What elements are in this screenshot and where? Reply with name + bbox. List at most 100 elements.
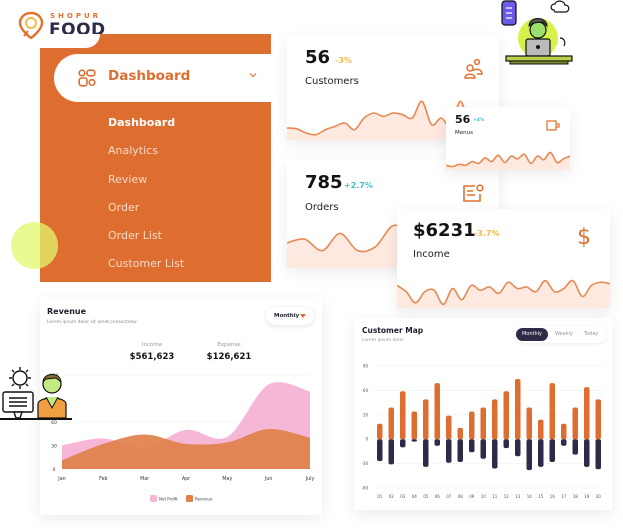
bar-negative — [584, 439, 590, 467]
bar-positive — [492, 399, 498, 440]
bar-positive — [572, 407, 578, 440]
legend-swatch — [186, 495, 193, 502]
legend-swatch — [150, 495, 157, 502]
bar-positive — [411, 411, 417, 440]
tab-today[interactable]: Today — [578, 328, 604, 341]
bar-positive — [446, 415, 452, 440]
x-tick-label: Mar — [140, 476, 149, 482]
caret-down-icon — [300, 314, 306, 318]
customer-map-card: 90 60 30 0 -30 -60 01 02 03 04 05 06 07 08 09 10 11 12 13 1… — [354, 318, 612, 510]
grid-icon — [78, 69, 96, 87]
period-select[interactable]: Monthly — [266, 307, 314, 325]
sparkline-area — [446, 152, 570, 170]
customer-map-chart: 90 60 30 0 -30 -60 01 02 03 04 05 06 07 08 09 10 11 12 13 1… — [361, 364, 604, 499]
y-tick-label: 60 — [363, 388, 369, 393]
bar-positive — [549, 383, 555, 440]
sidebar-item-order-list[interactable]: Order List — [108, 227, 184, 255]
y-tick-label: -60 — [361, 486, 368, 491]
bar-negative — [515, 439, 521, 457]
stat-delta: -3.7% — [474, 229, 500, 238]
bar-positive — [538, 419, 544, 440]
revenue-title: Revenue — [47, 307, 87, 316]
order-note-icon — [463, 184, 484, 202]
stat-delta: +4% — [473, 118, 485, 123]
bar-negative — [469, 439, 475, 453]
decorative-circle — [11, 222, 58, 269]
stat-label: Menus — [455, 130, 473, 136]
x-tick-label: 11 — [492, 494, 498, 499]
income-kpi: Income $561,623 — [129, 342, 175, 362]
stat-card-menus: 56 +4% Menus — [446, 107, 570, 170]
person-computer-illustration — [0, 367, 72, 420]
bar-positive — [595, 399, 601, 440]
sidebar-group-dashboard[interactable]: Dashboard — [54, 54, 279, 102]
chevron-down-icon[interactable] — [248, 70, 258, 80]
bar-positive — [515, 379, 521, 440]
stat-value: $6231 — [413, 220, 476, 241]
x-tick-label: Feb — [99, 476, 108, 482]
legend-label: Net Profit — [159, 497, 178, 502]
x-tick-label: 13 — [515, 494, 521, 499]
stat-delta: -3% — [335, 56, 352, 65]
sidebar-item-dashboard[interactable]: Dashboard — [108, 114, 184, 142]
stat-card-income: $6231 -3.7% Income $ — [397, 209, 610, 308]
bar-negative — [457, 439, 463, 462]
sidebar-item-customer-list[interactable]: Customer List — [108, 255, 184, 283]
cup-icon — [546, 120, 560, 131]
sidebar-item-analytics[interactable]: Analytics — [108, 142, 184, 170]
sidebar-item-order[interactable]: Order — [108, 199, 184, 227]
bar-negative — [400, 439, 406, 448]
bar-positive — [526, 407, 532, 440]
menus-sparkline — [446, 151, 570, 170]
sidebar-item-review[interactable]: Review — [108, 171, 184, 199]
customer-map-title: Customer Map — [362, 326, 424, 335]
brand-small: SHOPUR — [50, 12, 102, 20]
person-laptop-illustration — [501, 0, 573, 65]
x-tick-label: 10 — [481, 494, 487, 499]
bar-positive — [561, 423, 567, 440]
x-tick-label: 07 — [446, 494, 452, 499]
bar-positive — [584, 387, 590, 440]
x-tick-label: July — [305, 476, 315, 482]
bar-positive — [377, 423, 383, 440]
bar-negative — [538, 439, 544, 467]
x-tick-label: Jun — [264, 476, 273, 482]
bar-positive — [480, 407, 486, 440]
x-tick-label: Jan — [57, 476, 65, 482]
x-tick-label: 14 — [527, 494, 533, 499]
bar-positive — [423, 399, 429, 440]
bar-negative — [480, 439, 486, 459]
bar-positive — [388, 407, 394, 440]
tab-weekly[interactable]: Weekly — [550, 328, 578, 341]
x-tick-label: 16 — [550, 494, 556, 499]
income-sparkline — [397, 279, 610, 308]
period-tabs: Monthly Weekly Today — [514, 326, 606, 343]
stat-value: 56 — [305, 47, 331, 68]
bar-negative — [549, 439, 555, 462]
x-tick-label: 09 — [469, 494, 475, 499]
x-tick-label: May — [222, 476, 232, 482]
x-tick-label: 05 — [423, 494, 429, 499]
users-icon — [464, 58, 483, 79]
dollar-icon: $ — [577, 225, 591, 250]
legend-label: Revenue — [195, 497, 213, 502]
bar-negative — [411, 439, 417, 442]
bar-negative — [434, 439, 440, 446]
customer-map-subtitle: Lorem ipsum dolor — [362, 338, 405, 343]
sidebar-group-label: Dashboard — [108, 68, 191, 84]
bar-negative — [561, 439, 567, 446]
y-tick-label: 0 — [365, 437, 368, 442]
revenue-subtitle: Lorem ipsum dolor sit amet,consectetur — [47, 320, 138, 325]
x-tick-label: 17 — [561, 494, 567, 499]
x-tick-label: 20 — [596, 494, 602, 499]
sidebar: Dashboard Dashboard Analytics Review Ord… — [40, 34, 279, 283]
tab-monthly[interactable]: Monthly — [516, 328, 548, 341]
y-tick-label: 30 — [51, 444, 57, 450]
stat-label: Customers — [305, 76, 359, 87]
x-tick-label: 01 — [377, 494, 383, 499]
x-tick-label: 19 — [584, 494, 590, 499]
y-tick-label: 90 — [363, 364, 369, 369]
stat-value: 56 — [455, 113, 471, 126]
bar-positive — [503, 391, 509, 440]
bar-negative — [492, 439, 498, 469]
